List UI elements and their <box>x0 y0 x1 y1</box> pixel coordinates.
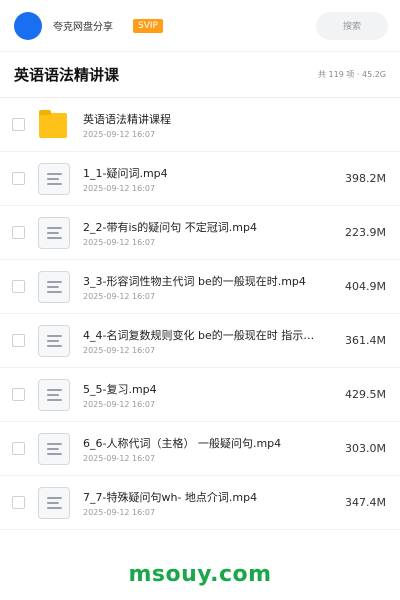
file-date: 2025-09-12 16:07 <box>83 183 156 193</box>
avatar[interactable] <box>14 11 42 40</box>
file-size: 404.9M <box>345 280 386 293</box>
select-checkbox[interactable] <box>12 118 25 131</box>
watermark-text: msouy.com <box>128 562 272 587</box>
list-item[interactable]: 5_5-复习.mp4 2025-09-12 16:07 429.5M <box>0 368 400 422</box>
file-date: 2025-09-12 16:07 <box>83 291 156 301</box>
document-icon <box>38 216 70 249</box>
list-item[interactable]: 7_7-特殊疑问句wh- 地点介词.mp4 2025-09-12 16:07 3… <box>0 476 400 530</box>
select-checkbox[interactable] <box>12 226 25 239</box>
file-size: 223.9M <box>345 226 386 239</box>
file-date: 2025-09-12 16:07 <box>83 345 156 355</box>
select-checkbox[interactable] <box>12 496 25 509</box>
list-item[interactable]: 4_4-名词复数规则变化 be的一般现在时 指示代… 2025-09-12 16… <box>0 314 400 368</box>
file-date: 2025-09-12 16:07 <box>83 399 156 409</box>
select-checkbox[interactable] <box>12 280 25 293</box>
file-name: 4_4-名词复数规则变化 be的一般现在时 指示代… <box>83 328 323 342</box>
select-checkbox[interactable] <box>12 172 25 185</box>
file-name: 7_7-特殊疑问句wh- 地点介词.mp4 <box>83 490 258 504</box>
file-size: 429.5M <box>345 388 386 401</box>
brand-label: 夸克网盘分享 <box>53 22 113 33</box>
page-title: 英语语法精讲课 <box>14 66 120 84</box>
document-icon <box>38 378 70 411</box>
file-name: 5_5-复习.mp4 <box>83 382 157 396</box>
file-name: 英语语法精讲课程 <box>83 112 171 126</box>
search-input[interactable]: 搜索 <box>316 11 388 40</box>
document-icon <box>38 324 70 357</box>
vip-badge: SVIP <box>133 18 163 33</box>
file-size: 347.4M <box>345 496 386 509</box>
file-name: 6_6-人称代词（主格） 一般疑问句.mp4 <box>83 436 282 450</box>
document-icon <box>38 432 70 465</box>
item-summary: 共 119 项 · 45.2G <box>318 70 386 79</box>
select-checkbox[interactable] <box>12 388 25 401</box>
select-checkbox[interactable] <box>12 334 25 347</box>
folder-icon <box>38 109 70 141</box>
file-size: 303.0M <box>345 442 386 455</box>
title-bar: 英语语法精讲课 共 119 项 · 45.2G <box>0 52 400 98</box>
select-checkbox[interactable] <box>12 442 25 455</box>
file-name: 3_3-形容词性物主代词 be的一般现在时.mp4 <box>83 274 306 288</box>
list-item[interactable]: 2_2-带有is的疑问句 不定冠词.mp4 2025-09-12 16:07 2… <box>0 206 400 260</box>
list-item-folder[interactable]: 英语语法精讲课程 2025-09-12 16:07 <box>0 98 400 152</box>
file-size: 398.2M <box>345 172 386 185</box>
file-list: 英语语法精讲课程 2025-09-12 16:07 1_1-疑问词.mp4 20… <box>0 98 400 530</box>
file-date: 2025-09-12 16:07 <box>83 453 156 463</box>
file-size: 361.4M <box>345 334 386 347</box>
document-icon <box>38 486 70 519</box>
top-bar: 夸克网盘分享 SVIP 搜索 <box>0 0 400 52</box>
list-item[interactable]: 6_6-人称代词（主格） 一般疑问句.mp4 2025-09-12 16:07 … <box>0 422 400 476</box>
list-item[interactable]: 1_1-疑问词.mp4 2025-09-12 16:07 398.2M <box>0 152 400 206</box>
file-date: 2025-09-12 16:07 <box>83 507 156 517</box>
file-date: 2025-09-12 16:07 <box>83 129 156 139</box>
file-name: 2_2-带有is的疑问句 不定冠词.mp4 <box>83 220 257 234</box>
document-icon <box>38 162 70 195</box>
list-item[interactable]: 3_3-形容词性物主代词 be的一般现在时.mp4 2025-09-12 16:… <box>0 260 400 314</box>
file-date: 2025-09-12 16:07 <box>83 237 156 247</box>
file-name: 1_1-疑问词.mp4 <box>83 166 168 180</box>
document-icon <box>38 270 70 303</box>
